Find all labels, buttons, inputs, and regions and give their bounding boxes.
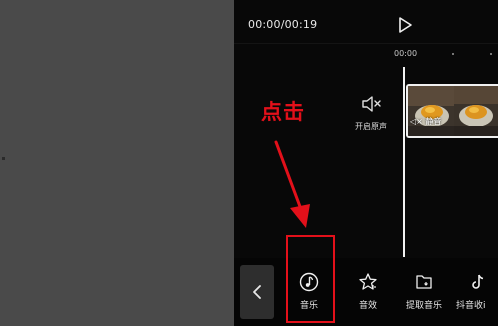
header-divider: [234, 43, 498, 44]
tool-label: 提取音乐: [405, 301, 442, 311]
panel-dot: [2, 157, 5, 160]
ruler-time-label: 00:00: [394, 49, 418, 58]
sound-effect-icon: [359, 273, 377, 290]
video-clip-track[interactable]: [406, 84, 498, 138]
tool-label: 音效: [358, 301, 377, 311]
extract-music-icon: [416, 275, 432, 289]
ruler-tick: [490, 53, 492, 55]
enable-original-sound-label[interactable]: 开启原声: [355, 121, 387, 132]
tool-label: 抖音收i: [456, 301, 486, 311]
back-button[interactable]: [240, 265, 274, 319]
preview-area: [0, 0, 234, 326]
ruler-tick: [452, 53, 454, 55]
clip-thumbnail: [408, 86, 454, 136]
tool-tiktok-favorites[interactable]: 抖音收i: [454, 266, 498, 322]
tiktok-icon: [472, 274, 484, 289]
tool-extract-music[interactable]: 提取音乐: [394, 266, 454, 322]
play-icon[interactable]: [396, 16, 414, 34]
annotation-arrow: [274, 140, 310, 228]
playback-time: 00:00/00:19: [248, 18, 318, 31]
click-annotation-text: 点击: [261, 100, 305, 124]
playhead[interactable]: [403, 67, 405, 257]
chevron-left-icon: [253, 285, 261, 299]
speaker-small-icon: ◁×: [410, 117, 423, 126]
music-highlight-box: [286, 235, 335, 323]
muted-badge: ◁× 静音: [410, 117, 442, 126]
speaker-mute-icon[interactable]: [361, 95, 381, 113]
clip-thumbnail: [454, 86, 498, 136]
tool-sound-effect[interactable]: 音效: [338, 266, 398, 322]
